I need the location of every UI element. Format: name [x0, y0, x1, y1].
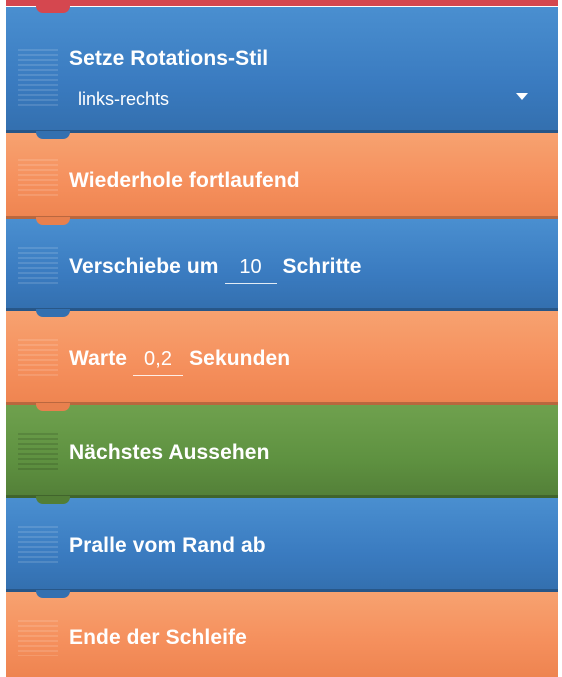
block-connector-notch — [36, 131, 70, 139]
block-connector-notch — [36, 403, 70, 411]
script-block-stack: Setze Rotations-Stil links-rechts Wieder… — [6, 0, 558, 677]
block-label-before: Verschiebe um — [69, 255, 219, 278]
drag-handle-icon[interactable] — [18, 526, 58, 566]
block-move-steps[interactable]: Verschiebe um 10 Schritte — [6, 217, 558, 311]
block-next-look[interactable]: Nächstes Aussehen — [6, 403, 558, 498]
block-label-after: Sekunden — [189, 347, 291, 370]
drag-handle-icon[interactable] — [18, 49, 58, 109]
drag-handle-icon[interactable] — [18, 339, 58, 379]
block-set-rotation-style[interactable]: Setze Rotations-Stil links-rechts — [6, 5, 558, 133]
block-connector-notch — [36, 496, 70, 504]
block-content: Verschiebe um 10 Schritte — [69, 255, 362, 284]
block-end-loop[interactable]: Ende der Schleife — [6, 590, 558, 677]
block-bounce-off-edge[interactable]: Pralle vom Rand ab — [6, 496, 558, 592]
block-content: Warte 0,2 Sekunden — [69, 347, 290, 376]
drag-handle-icon[interactable] — [18, 247, 58, 287]
block-connector-notch — [36, 5, 70, 13]
block-label-before: Warte — [69, 347, 128, 370]
dropdown-caret-icon[interactable] — [516, 93, 528, 100]
rotation-style-dropdown-value[interactable]: links-rechts — [78, 89, 169, 110]
block-repeat-forever[interactable]: Wiederhole fortlaufend — [6, 131, 558, 219]
block-wait-seconds[interactable]: Warte 0,2 Sekunden — [6, 309, 558, 405]
block-label: Wiederhole fortlaufend — [69, 169, 300, 192]
drag-handle-icon[interactable] — [18, 620, 58, 656]
drag-handle-icon[interactable] — [18, 433, 58, 473]
block-connector-notch — [36, 309, 70, 317]
drag-handle-icon[interactable] — [18, 159, 58, 197]
seconds-input[interactable]: 0,2 — [133, 348, 184, 376]
block-label: Setze Rotations-Stil — [69, 47, 269, 70]
block-connector-notch — [36, 217, 70, 225]
block-label-after: Schritte — [282, 255, 362, 278]
block-label: Pralle vom Rand ab — [69, 534, 266, 557]
steps-input[interactable]: 10 — [224, 256, 277, 284]
block-connector-notch — [36, 590, 70, 598]
block-label: Nächstes Aussehen — [69, 441, 270, 464]
previous-block-edge — [6, 0, 558, 6]
block-label: Ende der Schleife — [69, 626, 247, 649]
